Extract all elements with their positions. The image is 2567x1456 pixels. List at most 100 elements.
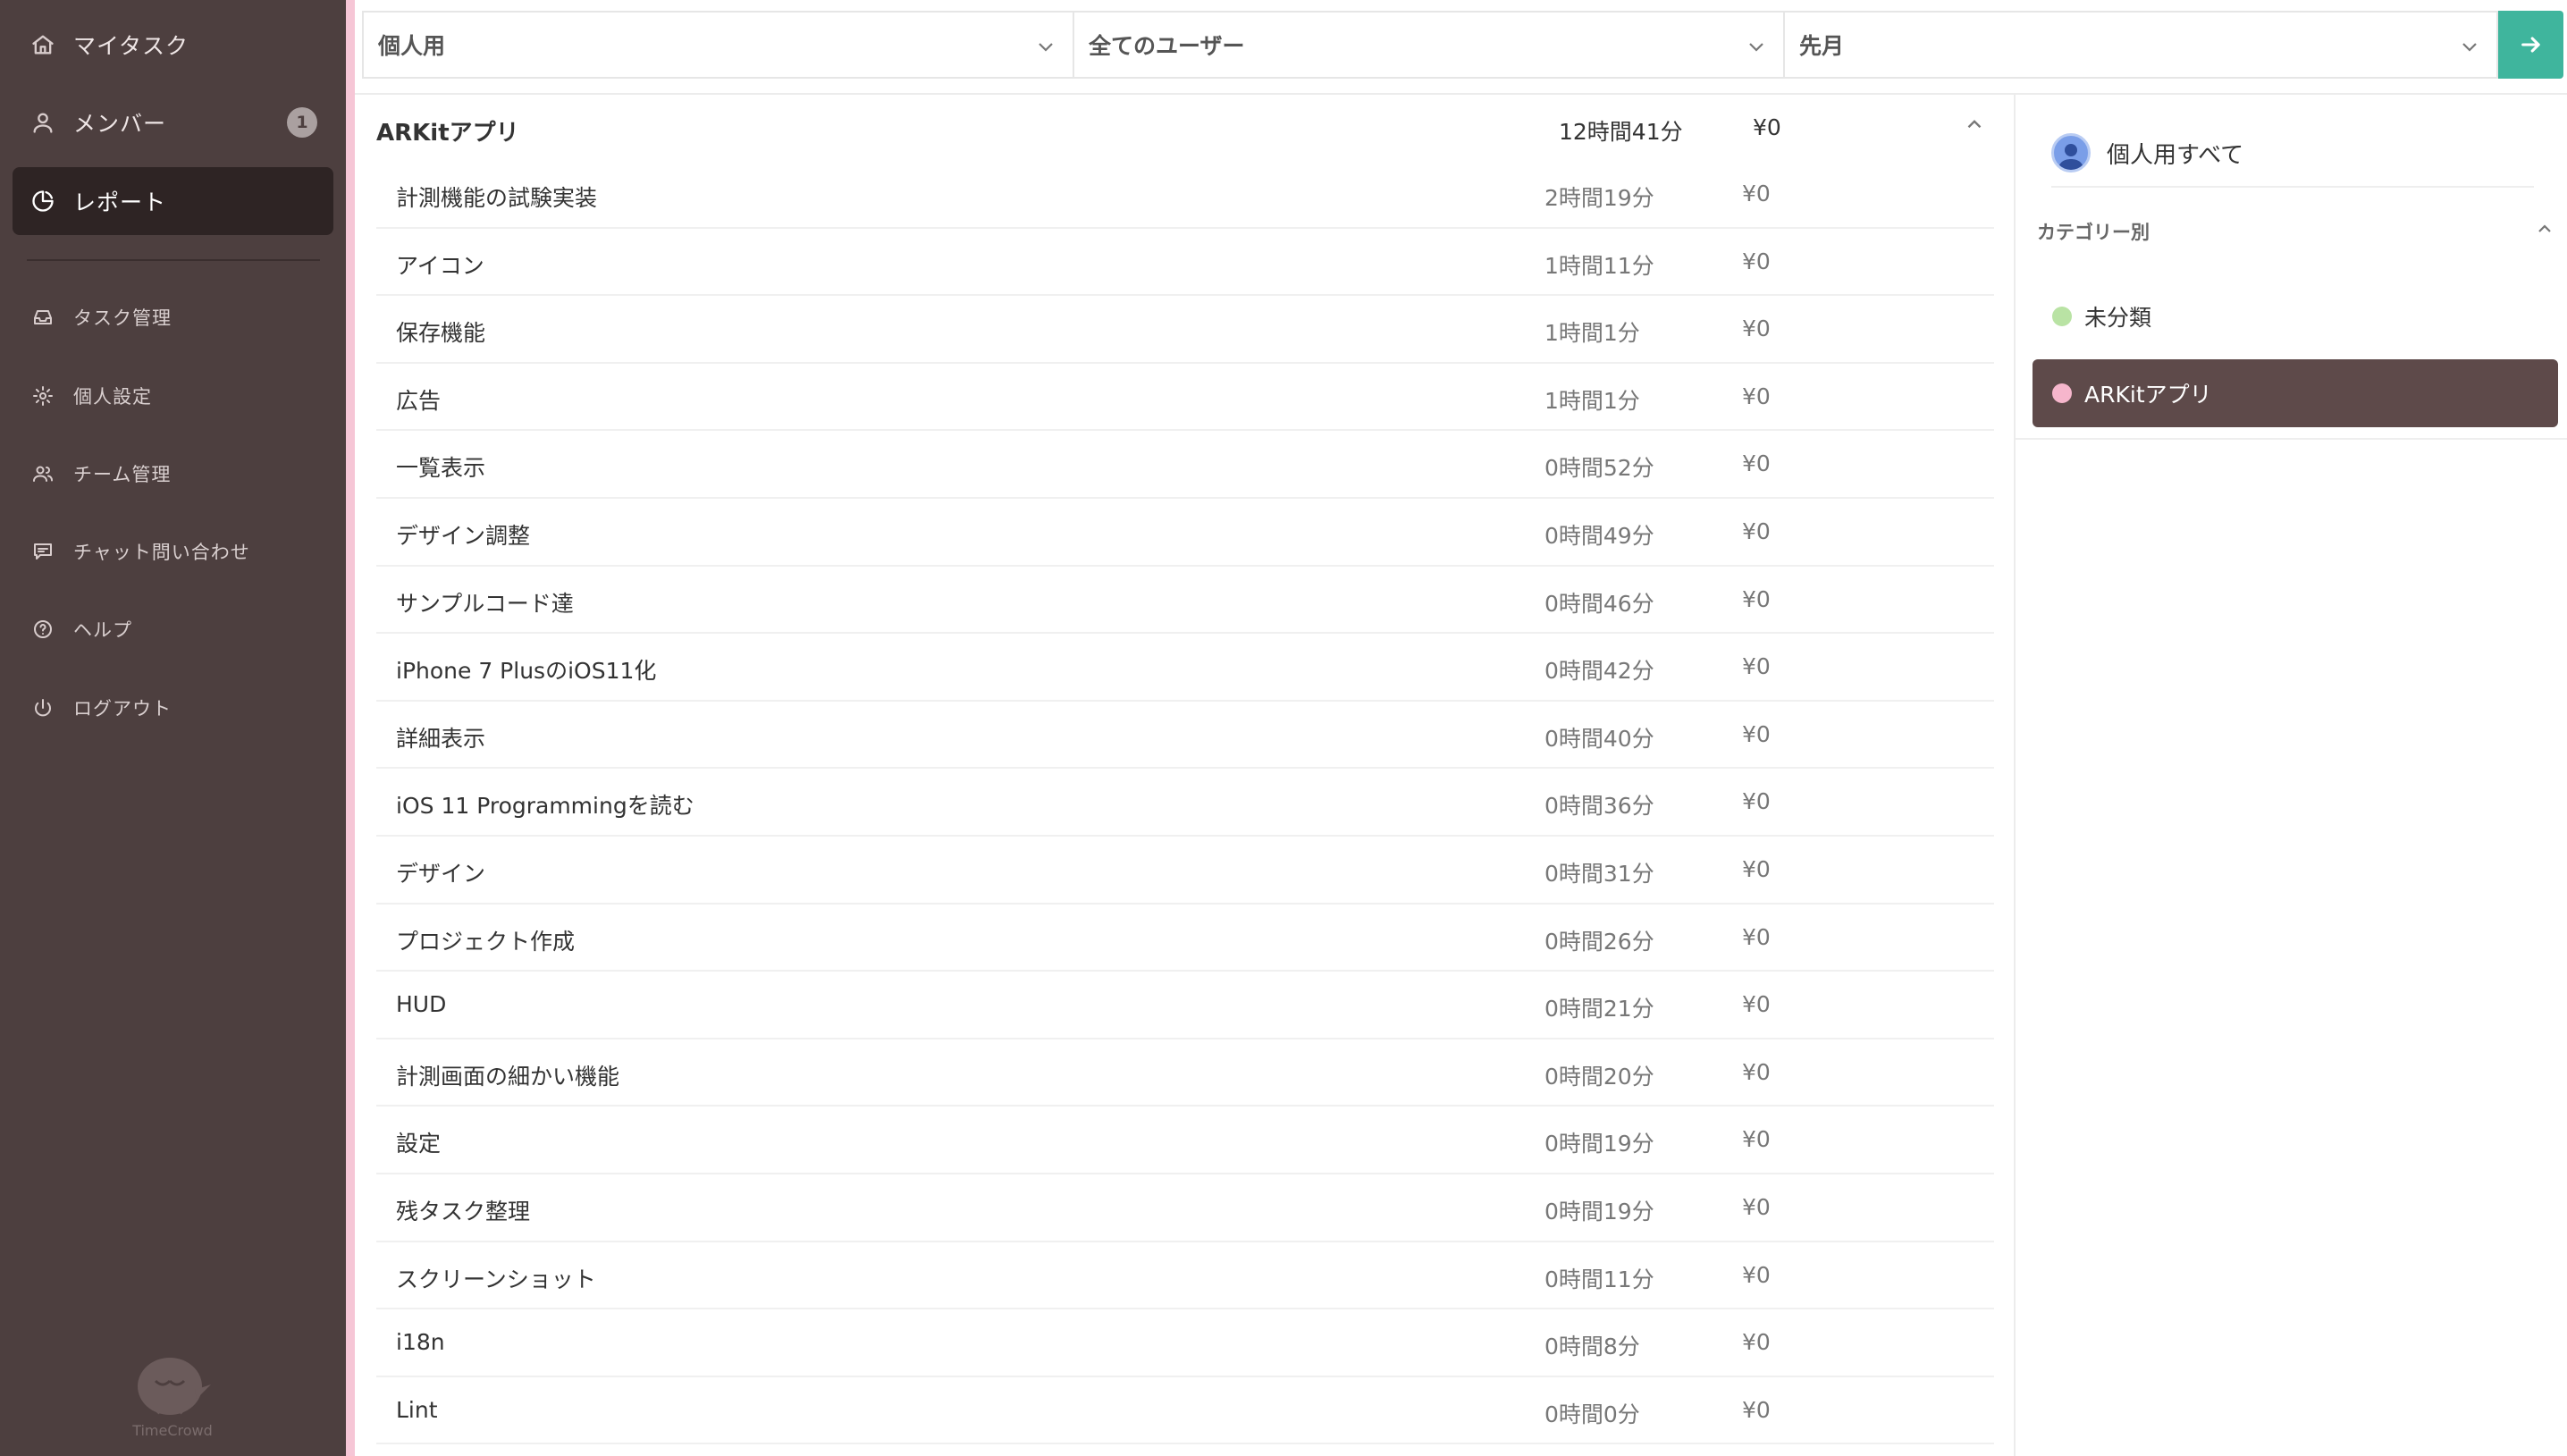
nav-chat-support[interactable]: チャット問い合わせ [13,518,333,585]
task-cost: ¥0 [1742,653,1771,680]
task-time: 0時間31分 [1544,860,1654,887]
task-cost: ¥0 [1742,1193,1771,1220]
report-panel: ARKitアプリ 12時間41分 ¥0 計測機能の試験実装 2時間19分 ¥0 アイ… [355,93,2014,1456]
task-row[interactable]: 計測機能の試験実装 2時間19分 ¥0 [376,161,1994,229]
team-icon [30,461,55,486]
task-row[interactable]: 詳細表示 0時間40分 ¥0 [376,702,1994,770]
task-cost: ¥0 [1742,316,1771,342]
task-name: スクリーンショット [396,1266,596,1292]
category-item-uncategorized[interactable]: 未分類 [2033,282,2558,350]
task-cost: ¥0 [1742,450,1771,477]
task-row[interactable]: プロジェクト作成 0時間26分 ¥0 [376,905,1994,972]
task-name: 詳細表示 [396,725,486,752]
team-select[interactable]: 個人用 [362,11,1074,79]
period-select[interactable]: 先月 [1785,11,2498,79]
task-row[interactable]: サンプルコード達 0時間46分 ¥0 [376,567,1994,635]
task-name: アイコン [396,252,484,279]
task-time: 2時間19分 [1544,185,1654,211]
gear-icon [30,383,55,408]
category-color-dot [2052,383,2072,403]
task-cost: ¥0 [1742,248,1771,274]
chevron-down-icon [2459,36,2480,57]
task-list: 計測機能の試験実装 2時間19分 ¥0 アイコン 1時間11分 ¥0 保存機能 1時間1分… [376,161,1994,1445]
group-name: ARKitアプリ [376,120,519,147]
panel-divider [2016,438,2567,440]
task-row[interactable]: デザイン調整 0時間49分 ¥0 [376,499,1994,567]
chevron-down-icon [1035,36,1056,57]
nav-label: 個人設定 [73,386,152,408]
nav-logout[interactable]: ログアウト [13,674,333,742]
category-panel: 個人用すべて カテゴリー別 未分類 ARKitアプリ [2014,93,2567,1456]
nav-personal-settings[interactable]: 個人設定 [13,362,333,430]
task-time: 0時間40分 [1544,725,1654,752]
person-icon [2058,144,2083,170]
task-row[interactable]: 計測画面の細かい機能 0時間20分 ¥0 [376,1039,1994,1107]
task-time: 0時間49分 [1544,522,1654,549]
task-cost: ¥0 [1742,383,1771,409]
sidebar: マイタスク メンバー 1 レポート タスク管理 個人設定 チーム管理 チャット問… [0,0,346,1456]
nav-team-management[interactable]: チーム管理 [13,440,333,508]
nav-help[interactable]: ヘルプ [13,595,333,663]
task-name: デザイン調整 [396,522,531,549]
task-cost: ¥0 [1742,1058,1771,1085]
chat-icon [30,539,55,564]
task-row[interactable]: スクリーンショット 0時間11分 ¥0 [376,1242,1994,1310]
category-section-header[interactable]: カテゴリー別 [2037,218,2555,254]
all-categories-item[interactable]: 個人用すべて [2051,120,2534,188]
category-label: 未分類 [2084,305,2152,331]
nav-my-tasks[interactable]: マイタスク [13,11,333,79]
user-select-value: 全てのユーザー [1089,33,1245,59]
task-row[interactable]: 残タスク整理 0時間19分 ¥0 [376,1174,1994,1242]
task-time: 0時間36分 [1544,793,1654,820]
avatar [2051,133,2091,173]
apply-filter-button[interactable] [2498,11,2563,79]
home-icon [30,32,55,57]
filter-bar: 個人用 全てのユーザー 先月 [362,11,2563,79]
member-count-badge: 1 [287,107,317,138]
task-row[interactable]: アイコン 1時間11分 ¥0 [376,229,1994,297]
task-name: 計測画面の細かい機能 [396,1063,620,1090]
task-name: 残タスク整理 [396,1198,531,1225]
task-row[interactable]: HUD 0時間21分 ¥0 [376,972,1994,1039]
task-row[interactable]: 設定 0時間19分 ¥0 [376,1107,1994,1174]
task-row[interactable]: 広告 1時間1分 ¥0 [376,364,1994,432]
task-row[interactable]: 一覧表示 0時間52分 ¥0 [376,431,1994,499]
arrow-right-icon [2521,37,2540,53]
task-row[interactable]: Lint 0時間0分 ¥0 [376,1377,1994,1445]
task-name: i18n [396,1329,445,1356]
task-row[interactable]: 保存機能 1時間1分 ¥0 [376,296,1994,364]
group-total-time: 12時間41分 [1559,119,1683,145]
task-name: 保存機能 [396,320,486,347]
task-row[interactable]: iOS 11 Programmingを読む 0時間36分 ¥0 [376,769,1994,837]
user-select[interactable]: 全てのユーザー [1074,11,1785,79]
logo-text: TimeCrowd [132,1422,213,1439]
task-cost: ¥0 [1742,1261,1771,1288]
task-row[interactable]: デザイン 0時間31分 ¥0 [376,837,1994,905]
task-row[interactable]: i18n 0時間8分 ¥0 [376,1309,1994,1377]
chevron-up-icon[interactable] [1963,113,1986,136]
nav-label: レポート [73,189,167,215]
power-icon [30,695,55,720]
category-item-arkit[interactable]: ARKitアプリ [2033,359,2558,427]
nav-report[interactable]: レポート [13,167,333,235]
task-cost: ¥0 [1742,1329,1771,1356]
task-time: 1時間1分 [1544,320,1640,347]
nav-label: タスク管理 [73,307,172,329]
nav-label: メンバー [73,111,167,137]
category-group-header[interactable]: ARKitアプリ 12時間41分 ¥0 [376,95,1994,161]
task-name: 計測機能の試験実装 [396,185,598,211]
chevron-up-icon[interactable] [2534,218,2555,240]
category-label: ARKitアプリ [2084,382,2212,408]
chevron-down-icon [1746,36,1767,57]
task-cost: ¥0 [1742,181,1771,206]
task-cost: ¥0 [1742,991,1771,1018]
timecrowd-logo: TimeCrowd [125,1354,220,1439]
task-cost: ¥0 [1742,1126,1771,1153]
nav-label: ヘルプ [73,619,132,641]
task-time: 0時間26分 [1544,928,1654,955]
task-row[interactable]: iPhone 7 PlusのiOS11化 0時間42分 ¥0 [376,634,1994,702]
nav-members[interactable]: メンバー 1 [13,88,333,156]
task-cost: ¥0 [1742,788,1771,815]
nav-task-management[interactable]: タスク管理 [13,283,333,351]
inbox-icon [30,305,55,330]
